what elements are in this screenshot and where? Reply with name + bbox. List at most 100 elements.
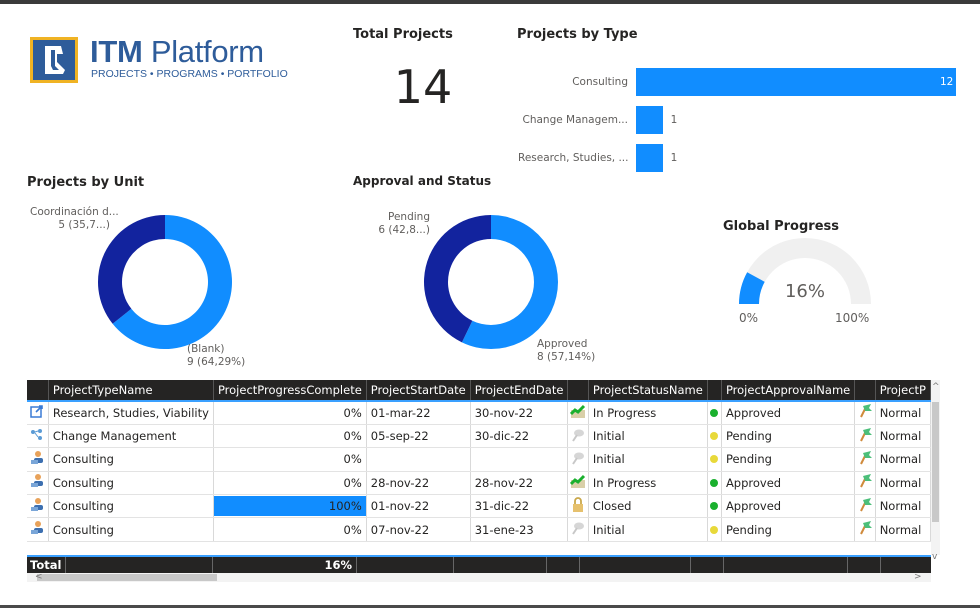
col-header-project-type[interactable]: ProjectTypeName <box>48 380 214 401</box>
approval-label-approved-name: Approved <box>537 338 588 350</box>
table-row[interactable]: Consulting 0% 28-nov-22 28-nov-22 In Pro… <box>27 471 931 496</box>
pin-icon <box>571 522 585 538</box>
bar[interactable] <box>636 68 956 96</box>
projects-table: ProjectTypeName ProjectProgressComplete … <box>27 380 931 573</box>
bar-value-label: 12 <box>940 76 954 88</box>
start-date-cell: 01-nov-22 <box>366 494 471 519</box>
global-progress-value: 16% <box>784 281 825 302</box>
type-icon-cell <box>27 399 49 425</box>
progress-value: 0% <box>343 522 362 537</box>
start-date-cell: 01-mar-22 <box>366 399 471 425</box>
vertical-scroll-thumb[interactable] <box>932 402 939 522</box>
pin-icon <box>571 429 585 445</box>
progress-value: 0% <box>343 452 362 467</box>
horizontal-scroll-thumb[interactable] <box>37 574 217 581</box>
status-dot-icon <box>710 455 719 464</box>
unit-label-coordinacion-value: 5 (35,7...) <box>58 219 110 231</box>
status-icon-cell <box>567 517 589 542</box>
bar-category-label: Research, Studies, ... <box>518 152 628 164</box>
total-projects-value: 14 <box>393 60 453 114</box>
total-label: Total <box>27 557 66 573</box>
col-header-progress[interactable]: ProjectProgressComplete <box>213 380 367 401</box>
consultant-icon <box>29 521 45 539</box>
col-header-start-date[interactable]: ProjectStartDate <box>366 380 471 401</box>
vertical-scrollbar[interactable]: ^ v <box>931 380 940 562</box>
table-row-partial <box>27 541 931 553</box>
approval-status-title: Approval and Status <box>353 174 492 188</box>
col-header-approval-dot[interactable] <box>707 380 722 401</box>
table-row[interactable]: Consulting 0% Initial Pending Normal <box>27 447 931 472</box>
table-total-row: Total 16% <box>27 555 931 573</box>
priority-cell: Normal <box>875 424 931 449</box>
end-date-cell: 31-ene-23 <box>470 517 569 542</box>
end-date-cell <box>470 447 569 472</box>
col-header-type-icon[interactable] <box>27 380 49 401</box>
col-header-approval[interactable]: ProjectApprovalName <box>721 380 856 401</box>
table-row[interactable]: Consulting 0% 07-nov-22 31-ene-23 Initia… <box>27 517 931 542</box>
approval-dot-cell <box>707 494 722 519</box>
projects-by-unit-title: Projects by Unit <box>27 175 145 190</box>
scroll-up-arrow[interactable]: ^ <box>932 382 940 392</box>
bar[interactable] <box>636 106 663 134</box>
approval-dot-cell <box>707 424 722 449</box>
table-row[interactable]: Consulting 100% 01-nov-22 31-dic-22 Clos… <box>27 494 931 519</box>
table-row[interactable]: Change Management 0% 05-sep-22 30-dic-22… <box>27 424 931 449</box>
progress-cell: 100% <box>212 494 367 519</box>
donut-slice[interactable] <box>424 215 491 343</box>
approval-dot-cell <box>707 517 722 542</box>
project-type-cell: Research, Studies, Viability <box>48 399 214 425</box>
approval-cell: Approved <box>721 399 856 425</box>
col-header-end-date[interactable]: ProjectEndDate <box>470 380 569 401</box>
progress-value: 0% <box>343 405 362 420</box>
end-date-cell: 30-nov-22 <box>470 399 569 425</box>
start-date-cell: 07-nov-22 <box>366 517 471 542</box>
status-dot-icon <box>710 502 719 511</box>
horizontal-scrollbar[interactable]: < > <box>27 572 931 582</box>
unit-label-blank: (Blank) 9 (64,29%) <box>187 343 245 369</box>
logo-brand-bold: ITM <box>90 34 143 69</box>
scroll-left-arrow[interactable]: < <box>35 572 43 582</box>
scroll-right-arrow[interactable]: > <box>914 572 922 582</box>
status-cell: Initial <box>588 447 708 472</box>
col-header-status[interactable]: ProjectStatusName <box>588 380 708 401</box>
priority-cell: Normal <box>875 447 931 472</box>
status-cell: In Progress <box>588 471 708 496</box>
bar-category-label: Change Managem... <box>522 114 629 126</box>
project-type-cell: Consulting <box>48 471 214 496</box>
priority-cell: Normal <box>875 494 931 519</box>
col-header-status-icon[interactable] <box>567 380 589 401</box>
col-header-priority-icon[interactable] <box>854 380 876 401</box>
priority-cell: Normal <box>875 517 931 542</box>
priority-icon-cell <box>854 517 876 542</box>
unit-label-blank-name: (Blank) <box>187 343 225 355</box>
type-icon-cell <box>27 424 49 449</box>
green-flag-icon <box>857 427 873 446</box>
approval-dot-cell <box>707 399 722 425</box>
approval-cell: Pending <box>721 447 856 472</box>
approval-cell: Approved <box>721 494 856 519</box>
logo-tagline: PROJECTS • PROGRAMS • PORTFOLIO <box>91 68 288 80</box>
total-status-icon-cell <box>547 557 580 573</box>
status-dot-icon <box>710 408 719 417</box>
approval-cell: Pending <box>721 424 856 449</box>
total-approval-dot-cell <box>691 557 724 573</box>
consultant-icon <box>29 450 45 469</box>
gauge-min-label: 0% <box>739 311 759 325</box>
col-header-priority[interactable]: ProjectP <box>875 380 931 401</box>
approval-cell: Approved <box>721 471 856 496</box>
priority-icon-cell <box>854 399 876 425</box>
priority-icon-cell <box>854 447 876 472</box>
bar[interactable] <box>636 144 663 172</box>
table-row[interactable]: Research, Studies, Viability 0% 01-mar-2… <box>27 399 931 425</box>
start-date-cell: 05-sep-22 <box>366 424 471 449</box>
total-projects-title: Total Projects <box>353 27 453 42</box>
project-type-cell: Consulting <box>48 517 214 542</box>
window-top-bar <box>0 0 980 4</box>
status-cell: Closed <box>588 494 708 519</box>
approval-label-pending: Pending 6 (42,8...) <box>360 211 430 237</box>
approval-dot-cell <box>707 447 722 472</box>
total-start-cell <box>357 557 454 573</box>
scroll-down-arrow[interactable]: v <box>932 552 937 562</box>
trend-up-icon <box>570 475 586 491</box>
bar-value-label: 1 <box>670 152 678 164</box>
